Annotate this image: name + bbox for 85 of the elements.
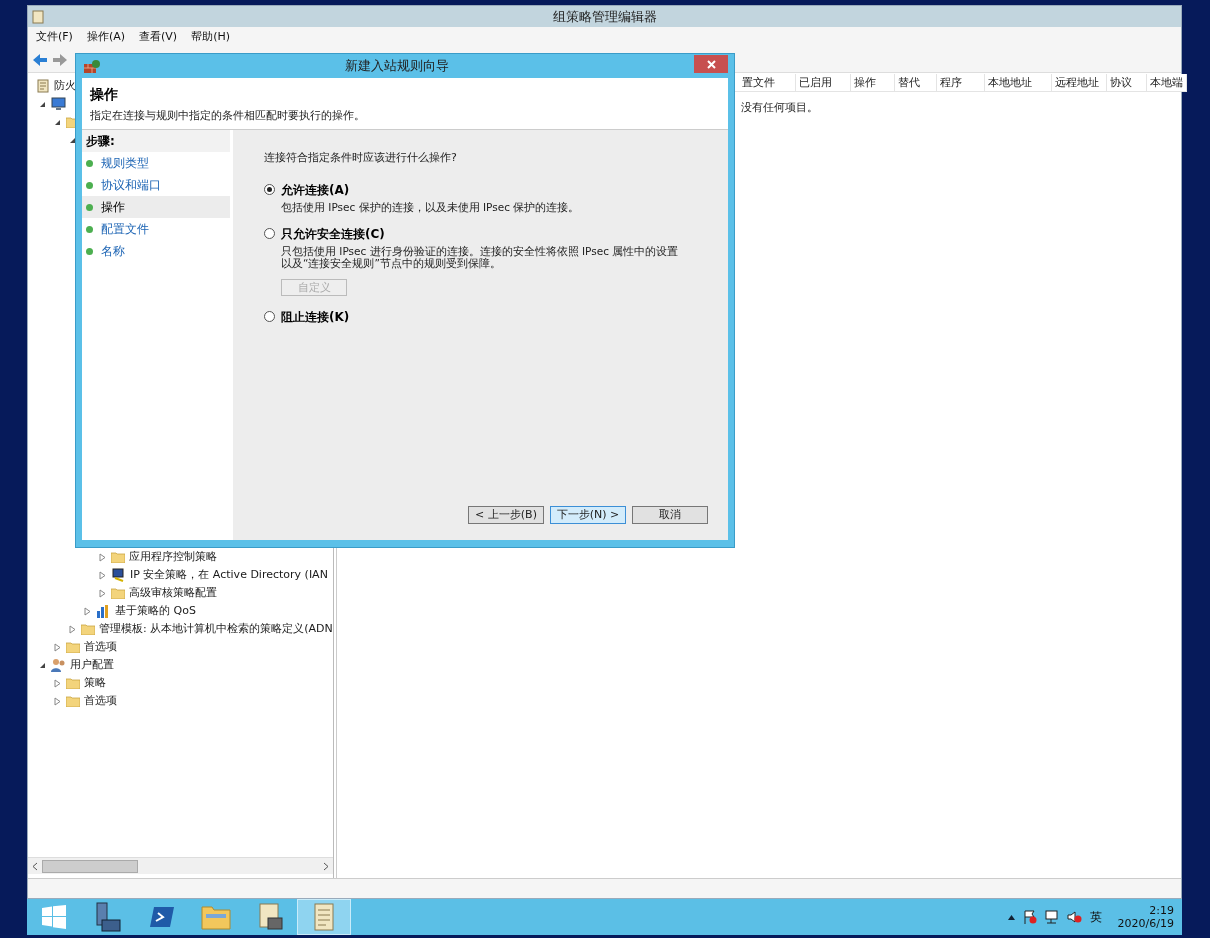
tree-item[interactable]: 首选项 bbox=[84, 692, 117, 710]
menu-item[interactable]: 查看(V) bbox=[139, 28, 178, 46]
step-item[interactable]: 名称 bbox=[82, 240, 230, 262]
menu-item[interactable]: 操作(A) bbox=[86, 28, 126, 46]
expand-arrow-icon[interactable] bbox=[68, 624, 77, 634]
wizard-button[interactable]: 取消 bbox=[632, 506, 708, 524]
column-header[interactable]: 远程地址 bbox=[1051, 74, 1107, 91]
tree-item[interactable]: 防火 bbox=[54, 77, 76, 95]
input-language[interactable]: 英 bbox=[1089, 908, 1102, 926]
computer-lock-icon bbox=[111, 568, 126, 582]
terminal-icon bbox=[149, 906, 175, 928]
tree-item[interactable]: 首选项 bbox=[84, 638, 117, 656]
firewall-icon bbox=[84, 59, 100, 73]
column-header[interactable]: 操作 bbox=[850, 74, 895, 91]
option-label[interactable]: 只允许安全连接(C) bbox=[281, 224, 385, 243]
clock-date[interactable]: 2020/6/19 bbox=[1117, 917, 1174, 930]
option-description: 只包括使用 IPsec 进行身份验证的连接。连接的安全性将依照 IPsec 属性中的设置以及“连接安全规则”节点中的规则受到保障。 bbox=[281, 244, 680, 269]
tree-item[interactable]: 高级审核策略配置 bbox=[129, 584, 217, 602]
page-heading: 操作 bbox=[90, 85, 119, 104]
column-header[interactable]: 程序 bbox=[936, 74, 985, 91]
expand-arrow-icon[interactable] bbox=[83, 606, 92, 616]
speaker-muted-icon[interactable] bbox=[1066, 910, 1082, 924]
empty-list-message: 没有任何项目。 bbox=[740, 100, 819, 116]
column-header[interactable]: 本地端 bbox=[1146, 74, 1187, 91]
wizard-button[interactable]: < 上一步(B) bbox=[468, 506, 544, 524]
folder-icon bbox=[111, 551, 125, 563]
folder-icon bbox=[111, 587, 125, 599]
option-label[interactable]: 允许连接(A) bbox=[281, 180, 350, 199]
expand-arrow-icon[interactable] bbox=[98, 588, 107, 598]
expand-arrow-icon[interactable] bbox=[53, 696, 62, 706]
clock-time[interactable]: 2:19 bbox=[1149, 904, 1174, 917]
close-button[interactable] bbox=[694, 55, 728, 73]
tree-item[interactable]: IP 安全策略，在 Active Directory (IAN bbox=[130, 566, 328, 584]
expand-arrow-icon[interactable] bbox=[98, 552, 107, 562]
folder-icon bbox=[81, 623, 95, 635]
tree-item[interactable]: 管理模板: 从本地计算机中检索的策略定义(ADN bbox=[99, 620, 333, 638]
page-subtitle: 指定在连接与规则中指定的条件相匹配时要执行的操作。 bbox=[90, 108, 366, 124]
tree-item[interactable]: 策略 bbox=[84, 674, 106, 692]
folder-icon bbox=[201, 904, 231, 930]
expand-arrow-icon[interactable] bbox=[53, 678, 62, 688]
window-title: 组策略管理编辑器 bbox=[552, 7, 657, 26]
step-item[interactable]: 操作 bbox=[82, 196, 230, 218]
folder-icon bbox=[66, 695, 80, 707]
expand-arrow-icon[interactable] bbox=[98, 570, 107, 580]
wizard-button[interactable]: 下一步(N) > bbox=[550, 506, 626, 524]
server-icon bbox=[94, 902, 122, 932]
column-header[interactable]: 本地地址 bbox=[984, 74, 1052, 91]
column-header[interactable]: 已启用 bbox=[795, 74, 851, 91]
step-item[interactable]: 协议和端口 bbox=[82, 174, 230, 196]
scroll-icon bbox=[32, 9, 44, 24]
option-description: 包括使用 IPsec 保护的连接，以及未使用 IPsec 保护的连接。 bbox=[281, 200, 581, 213]
caret-up-icon[interactable] bbox=[1007, 914, 1015, 920]
flag-icon[interactable] bbox=[1022, 910, 1037, 924]
radio-button[interactable] bbox=[264, 228, 275, 239]
users-icon bbox=[51, 658, 66, 672]
back-arrow-icon[interactable] bbox=[32, 52, 48, 67]
folder-icon bbox=[66, 677, 80, 689]
column-header[interactable]: 协议 bbox=[1106, 74, 1147, 91]
step-item[interactable]: 规则类型 bbox=[82, 152, 230, 174]
scroll-icon bbox=[36, 79, 50, 93]
radio-button[interactable] bbox=[264, 184, 275, 195]
tree-item[interactable]: 应用程序控制策略 bbox=[129, 548, 217, 566]
tree-item[interactable]: 用户配置 bbox=[70, 656, 114, 674]
radio-button[interactable] bbox=[264, 311, 275, 322]
tree-item[interactable]: 基于策略的 QoS bbox=[115, 602, 196, 620]
step-item[interactable]: 配置文件 bbox=[82, 218, 230, 240]
menu-item[interactable]: 帮助(H) bbox=[191, 28, 230, 46]
document-toolbox-icon bbox=[256, 903, 284, 931]
column-header[interactable]: 置文件 bbox=[738, 74, 796, 91]
folder-icon bbox=[66, 641, 80, 653]
forward-arrow-icon[interactable] bbox=[52, 52, 68, 67]
option-label[interactable]: 阻止连接(K) bbox=[281, 307, 350, 326]
scroll-icon bbox=[312, 903, 336, 931]
menu-item[interactable]: 文件(F) bbox=[36, 28, 73, 46]
bar-chart-icon bbox=[96, 604, 111, 618]
column-header[interactable]: 替代 bbox=[894, 74, 937, 91]
dialog-title: 新建入站规则向导 bbox=[344, 57, 450, 76]
computer-icon bbox=[51, 97, 66, 111]
horizontal-scrollbar[interactable] bbox=[28, 857, 333, 874]
network-icon[interactable] bbox=[1044, 910, 1059, 924]
windows-logo-icon bbox=[42, 905, 66, 929]
steps-title: 步骤: bbox=[86, 133, 115, 150]
expand-arrow-icon[interactable] bbox=[53, 642, 62, 652]
question-text: 连接符合指定条件时应该进行什么操作? bbox=[264, 150, 458, 166]
close-icon bbox=[706, 59, 716, 69]
